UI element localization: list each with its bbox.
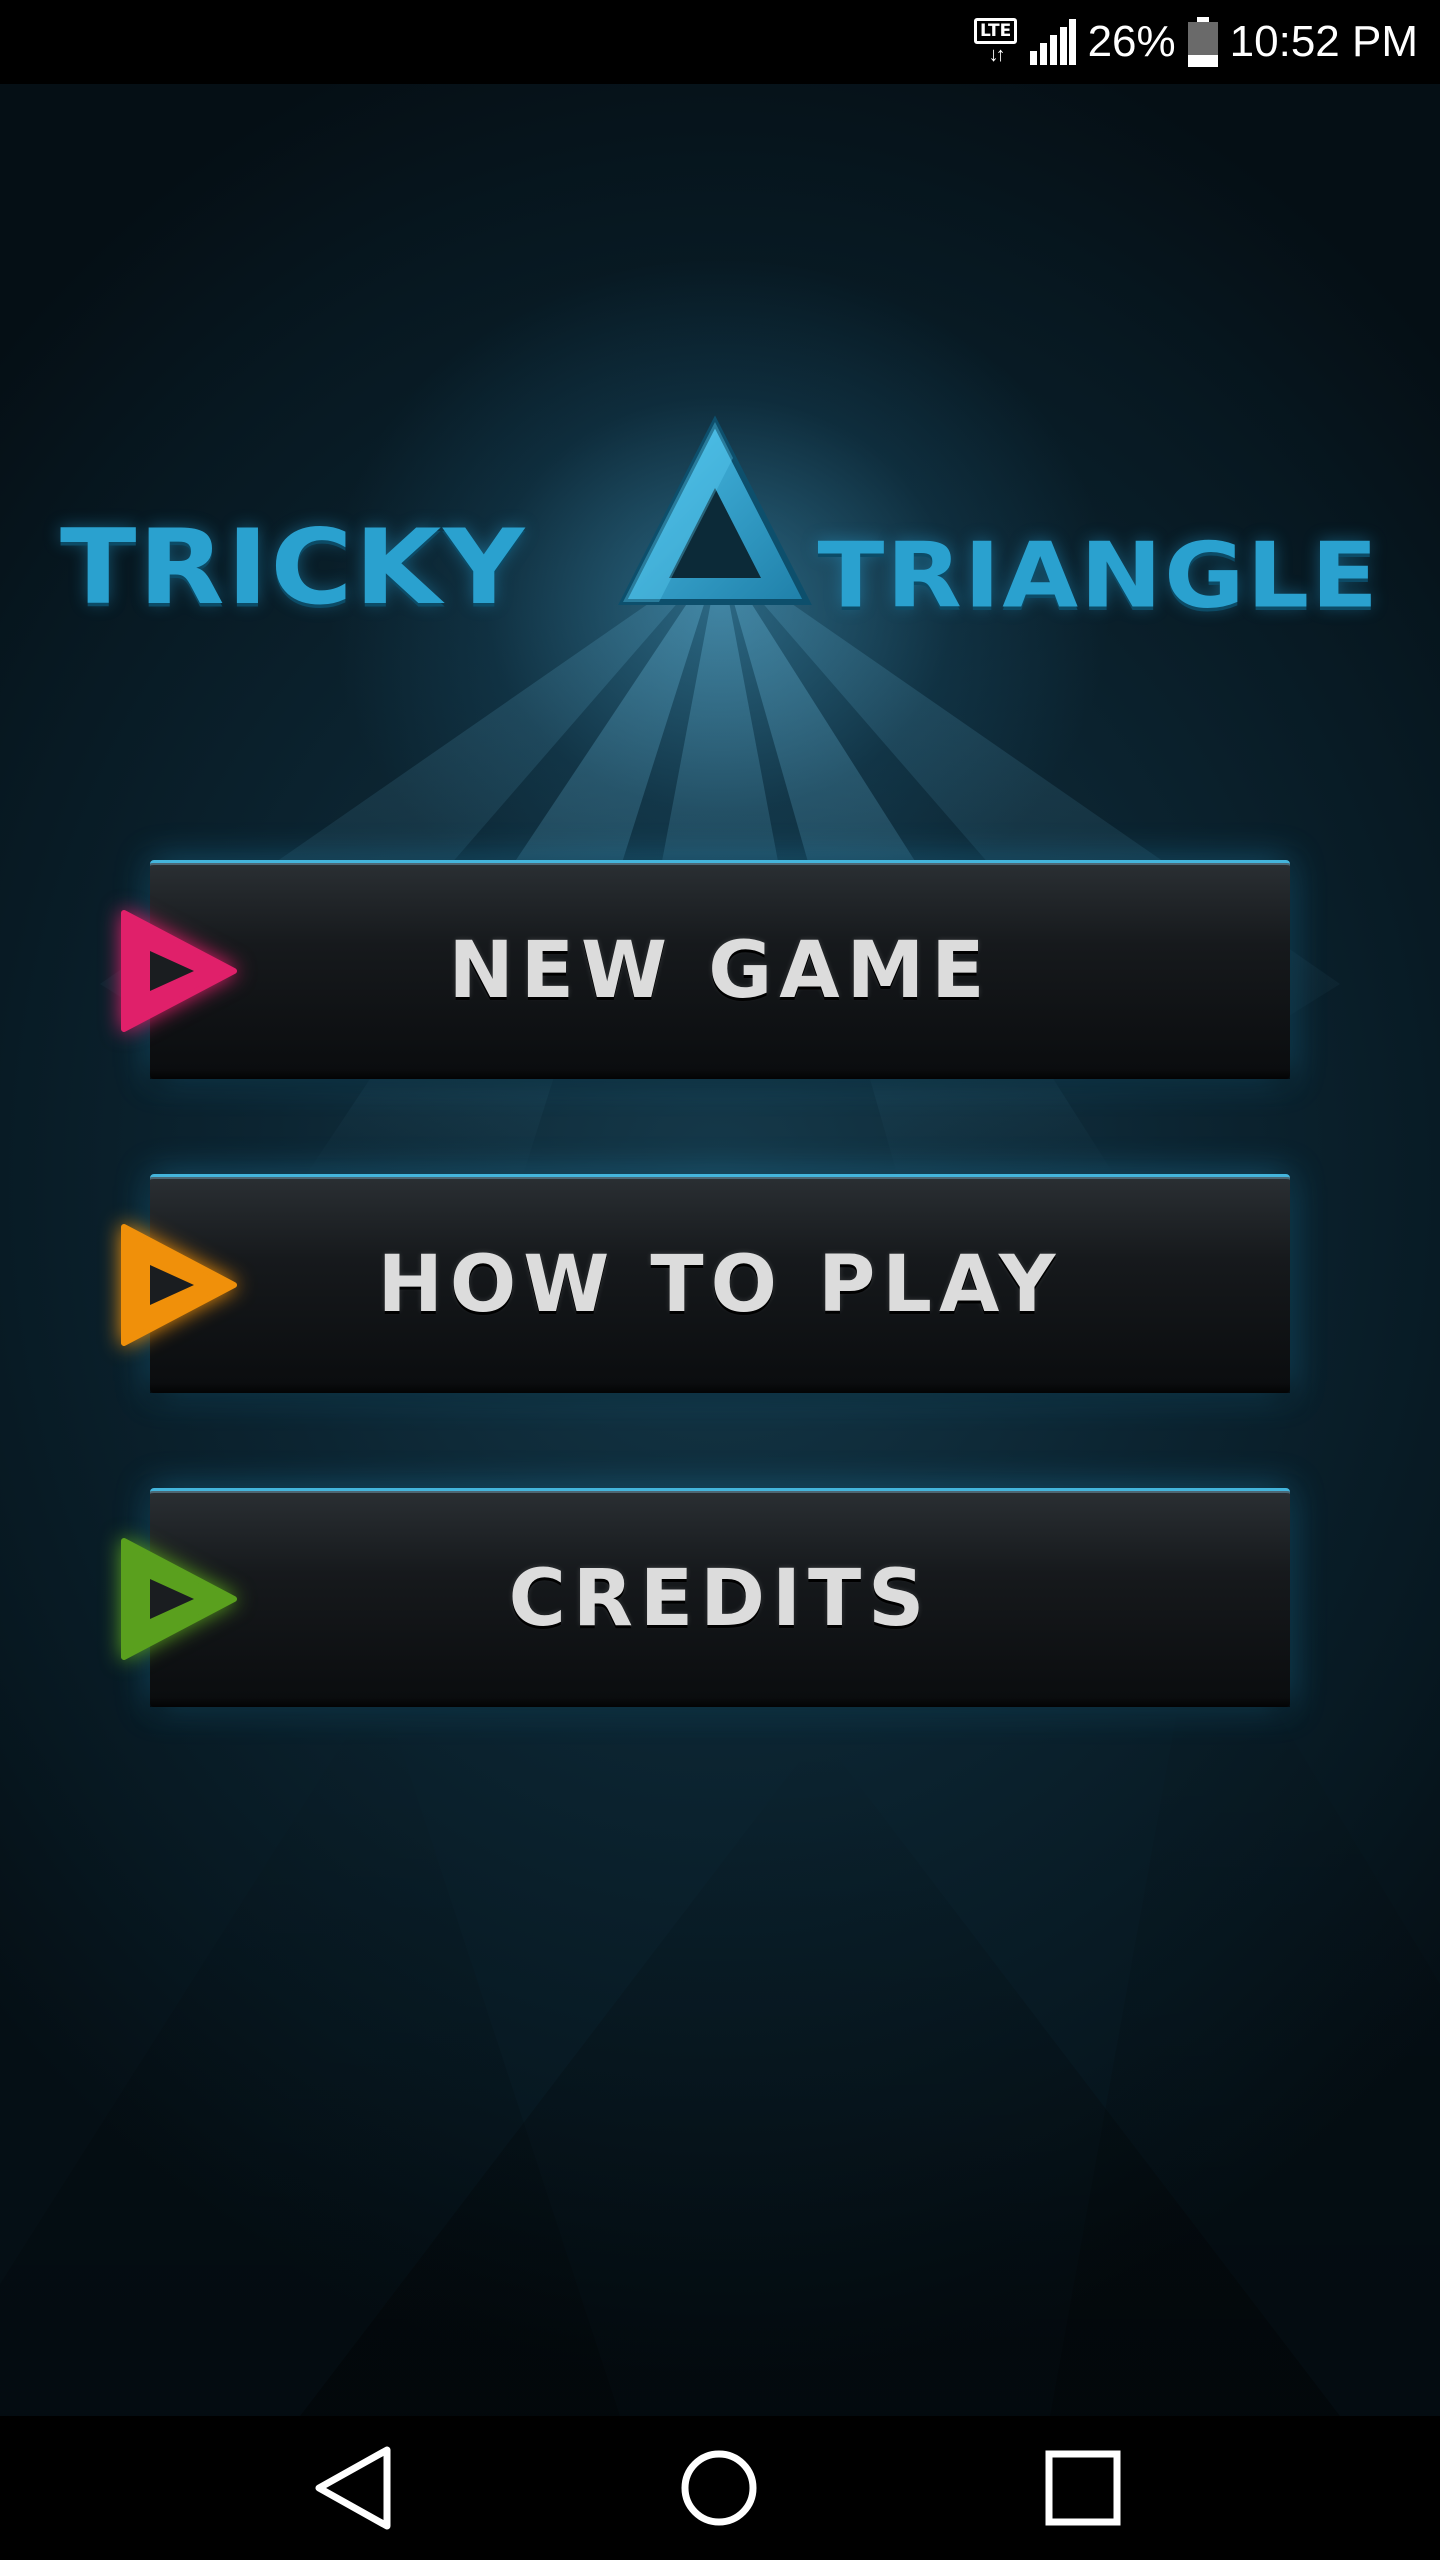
- new-game-label: NEW GAME: [448, 926, 992, 1016]
- recents-icon[interactable]: [1033, 2438, 1133, 2538]
- how-to-play-button[interactable]: HOW TO PLAY: [121, 1174, 1290, 1393]
- navigation-bar: [0, 2416, 1440, 2560]
- status-bar: LTE ↓↑ 26% 10:52 PM: [0, 0, 1440, 84]
- back-icon[interactable]: [305, 2438, 405, 2538]
- how-to-play-label: HOW TO PLAY: [377, 1240, 1063, 1330]
- logo-word-triangle: TRIANGLE: [817, 523, 1380, 629]
- network-type: LTE: [973, 18, 1018, 44]
- new-game-button[interactable]: NEW GAME: [121, 860, 1290, 1079]
- screen: LTE ↓↑ 26% 10:52 PM TRICKY TRIANGLE NEW …: [0, 0, 1440, 2560]
- data-arrows-icon: ↓↑: [988, 44, 1006, 66]
- battery-percent: 26%: [1087, 17, 1176, 66]
- signal-icon: [1029, 19, 1076, 65]
- game-area: TRICKY TRIANGLE NEW GAME HOW TO PLAY CRE…: [0, 84, 1440, 2416]
- lte-icon: LTE ↓↑: [973, 18, 1018, 66]
- credits-button[interactable]: CREDITS: [121, 1488, 1290, 1707]
- battery-icon: [1187, 17, 1218, 67]
- battery-level-fill: [1187, 55, 1218, 67]
- home-icon[interactable]: [669, 2438, 769, 2538]
- status-icons: LTE ↓↑ 26% 10:52 PM: [973, 0, 1418, 84]
- game-logo: TRICKY TRIANGLE: [60, 414, 1380, 734]
- logo-triangle-icon: [618, 415, 812, 605]
- clock: 10:52 PM: [1229, 17, 1418, 66]
- logo-word-tricky: TRICKY: [60, 508, 527, 628]
- credits-label: CREDITS: [508, 1554, 932, 1644]
